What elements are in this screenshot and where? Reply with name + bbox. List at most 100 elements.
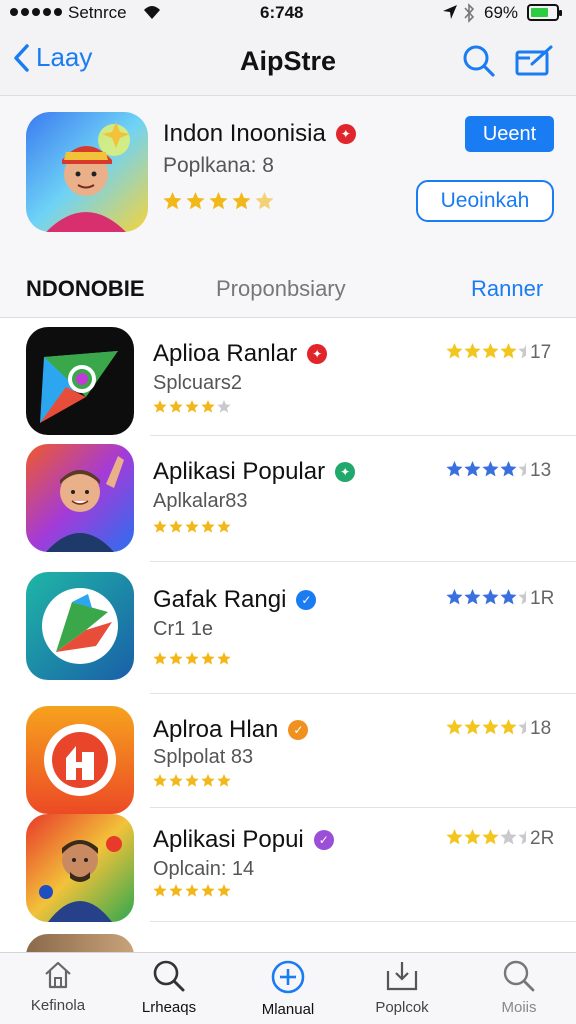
rating-count: 18 <box>530 718 552 739</box>
app-name-row: Aplikasi Popular ✦ <box>153 458 356 486</box>
search-icon <box>153 960 185 992</box>
list-item[interactable]: Aplroa Hlan ✓ Splpolat 83 18 <box>0 694 576 814</box>
star-icon <box>446 343 463 359</box>
app-subtitle: Aplkalar83 <box>153 490 248 512</box>
star-icon <box>186 192 205 210</box>
tab-bar-label: Mlanual <box>261 1001 315 1018</box>
star-icon <box>446 829 463 845</box>
app-icon <box>26 814 134 922</box>
tab-bar-item-more[interactable]: Moiis <box>464 959 574 1016</box>
star-icon <box>163 192 182 210</box>
star-icon <box>169 774 183 787</box>
star-rating <box>153 652 231 665</box>
star-icon <box>169 652 183 665</box>
app-name: Gafak Rangi <box>153 586 287 613</box>
rating-stars <box>446 719 526 735</box>
featured-app-title: Indon Inoonisia <box>163 120 326 147</box>
list-item-partial[interactable] <box>0 922 576 952</box>
star-icon <box>518 344 526 359</box>
star-icon <box>464 589 481 605</box>
star-icon <box>169 520 183 533</box>
navigation-bar: Laay AipStre <box>0 28 576 96</box>
star-icon <box>209 192 228 210</box>
tab-proponbsiary[interactable]: Proponbsiary <box>216 276 346 302</box>
app-name-row: Aplroa Hlan ✓ <box>153 716 309 744</box>
search-icon <box>503 960 535 992</box>
star-icon <box>217 774 231 787</box>
star-icon <box>153 520 167 533</box>
star-icon <box>201 400 215 413</box>
tab-bar-label: Kefinola <box>30 997 86 1014</box>
star-icon <box>482 461 499 477</box>
app-icon <box>26 706 134 814</box>
featured-app-icon <box>26 112 148 232</box>
app-subtitle: Splpolat 83 <box>153 746 254 768</box>
tab-bar-item-home[interactable]: Kefinola <box>3 959 113 1014</box>
tab-bar-label: Lrheaqs <box>141 999 197 1016</box>
star-icon <box>153 400 167 413</box>
star-icon <box>153 884 167 897</box>
get-button[interactable]: Ueent <box>465 116 554 152</box>
star-icon <box>201 884 215 897</box>
star-icon <box>482 719 499 735</box>
rating-count: 13 <box>530 460 552 481</box>
tab-bar-item-add[interactable]: Mlanual <box>233 959 343 1018</box>
app-name: Aplikasi Popui <box>153 826 304 853</box>
verified-badge-icon: ✦ <box>335 462 356 482</box>
verified-badge-icon: ✓ <box>288 720 309 740</box>
star-icon <box>518 462 526 477</box>
featured-app-subtitle: Poplkana: 8 <box>163 154 274 177</box>
star-icon <box>518 720 526 735</box>
star-icon <box>464 343 481 359</box>
compose-icon[interactable] <box>514 44 554 78</box>
bluetooth-icon <box>464 3 475 23</box>
star-icon <box>185 400 199 413</box>
tab-ranner[interactable]: Ranner <box>471 276 543 302</box>
star-icon <box>500 589 517 605</box>
battery-percent: 69% <box>484 3 519 22</box>
app-icon <box>26 444 134 552</box>
tab-bar: Kefinola Lrheaqs Mlanual Poplcok Moiis <box>0 952 576 1024</box>
star-icon <box>185 652 199 665</box>
app-name-row: Gafak Rangi ✓ <box>153 586 317 614</box>
verified-badge-icon: ✓ <box>296 590 317 610</box>
star-icon <box>500 343 517 359</box>
star-rating <box>153 884 231 897</box>
star-icon <box>185 884 199 897</box>
search-icon[interactable] <box>462 44 496 78</box>
featured-app-title-row: Indon Inoonisia ✦ <box>163 120 356 148</box>
list-item[interactable]: Gafak Rangi ✓ Cr1 1e 1R <box>0 562 576 694</box>
tab-bar-label: Poplcok <box>375 999 429 1016</box>
star-icon <box>500 829 517 845</box>
signal-icon <box>10 8 62 16</box>
star-icon <box>217 520 231 533</box>
app-icon <box>26 934 134 952</box>
wifi-icon <box>144 6 160 19</box>
status-time: 6:748 <box>260 3 304 22</box>
app-name-row: Aplikasi Popui ✓ <box>153 826 334 854</box>
star-icon <box>482 589 499 605</box>
tab-bar-item-updates[interactable]: Poplcok <box>347 959 457 1016</box>
star-icon <box>464 461 481 477</box>
star-icon <box>169 884 183 897</box>
star-icon <box>482 343 499 359</box>
star-icon <box>446 719 463 735</box>
rating-count: 17 <box>530 342 552 363</box>
status-bar: Setnrce 6:748 69% <box>0 0 576 28</box>
app-subtitle: Cr1 1e <box>153 618 214 640</box>
verified-badge-icon: ✦ <box>307 344 328 364</box>
tab-ndonobie[interactable]: NDONOBIE <box>26 276 145 302</box>
add-circle-icon <box>271 960 305 994</box>
rating-stars <box>446 829 526 845</box>
rating-summary: 18 <box>446 718 551 740</box>
star-icon <box>185 520 199 533</box>
star-icon <box>464 829 481 845</box>
tab-bar-item-search[interactable]: Lrheaqs <box>114 959 224 1016</box>
open-button[interactable]: Ueoinkah <box>416 180 554 222</box>
list-item[interactable]: Aplikasi Popui ✓ Oplcain: 14 2R <box>0 808 576 922</box>
rating-count: 2R <box>530 828 555 849</box>
rating-stars <box>446 589 526 605</box>
list-item[interactable]: Aplikasi Popular ✦ Aplkalar83 13 <box>0 436 576 562</box>
app-subtitle: Oplcain: 14 <box>153 858 255 880</box>
list-item[interactable]: Aplioa Ranlar ✦ Splcuars2 17 <box>0 318 576 436</box>
